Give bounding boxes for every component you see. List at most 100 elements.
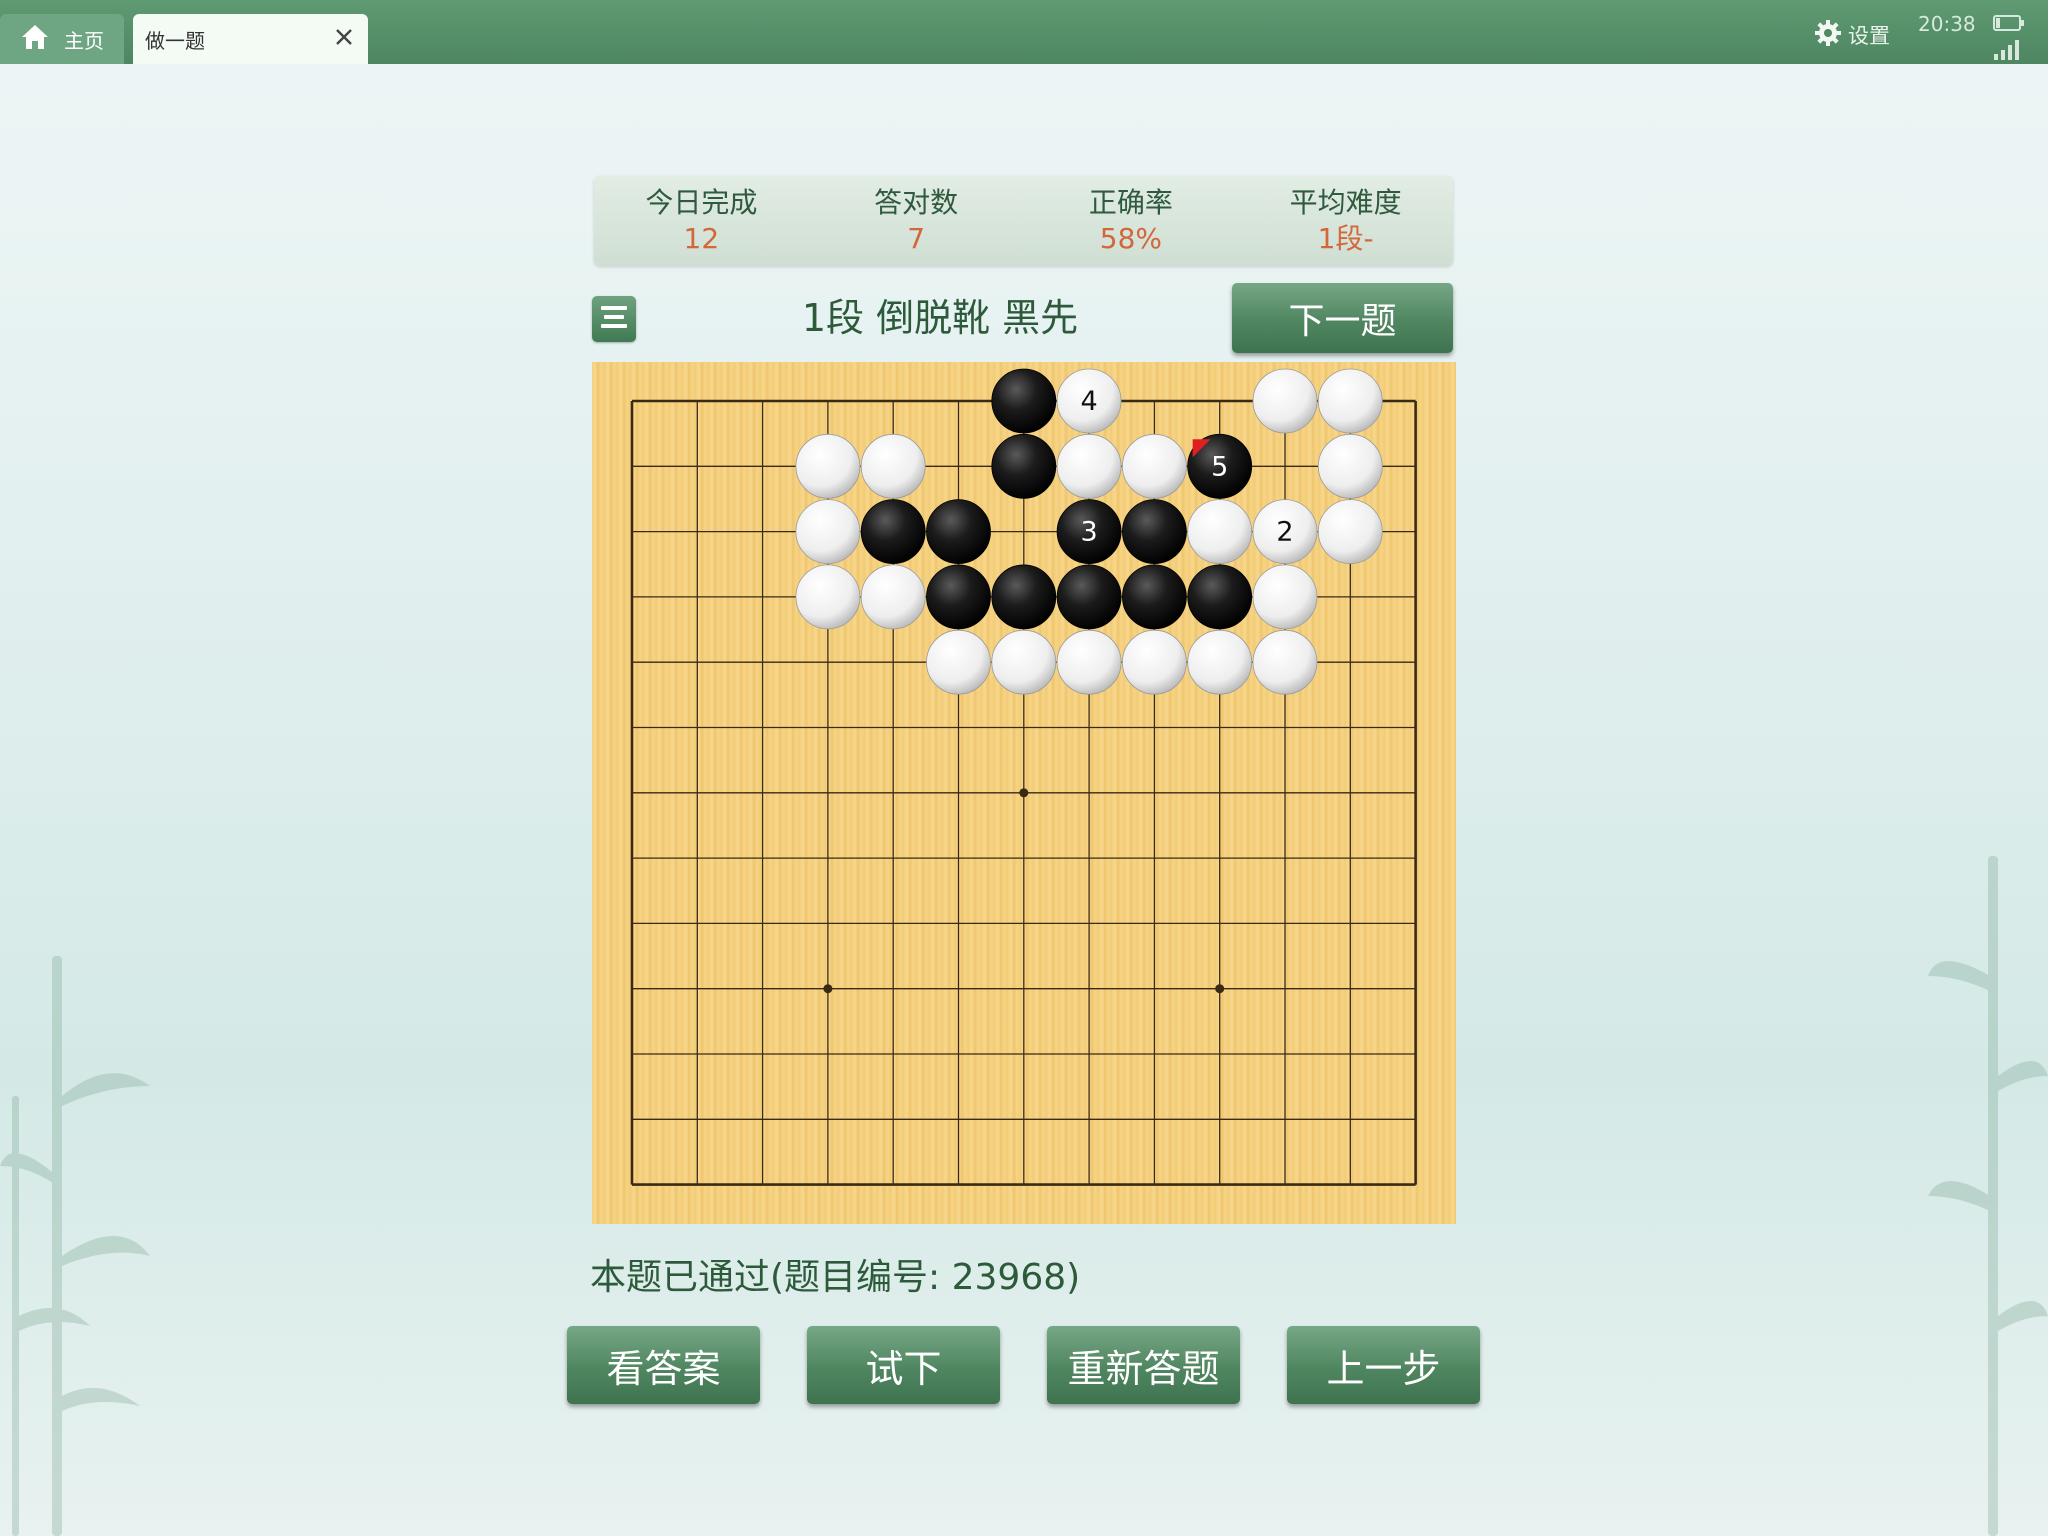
bamboo-decoration-left [0, 956, 150, 1536]
go-board[interactable]: 4 5 3 2 [592, 362, 1456, 1224]
white-stone-disc [795, 499, 861, 564]
black-stone [926, 564, 991, 630]
white-stone-disc [1317, 499, 1383, 564]
white-stone-disc [1056, 629, 1122, 695]
black-stone [1122, 499, 1187, 564]
settings-button[interactable]: 设置 [1814, 18, 1890, 52]
star-point [1215, 984, 1225, 994]
white-stone-disc [1252, 368, 1318, 434]
white-stone [795, 433, 861, 499]
move-number: 2 [1276, 517, 1293, 548]
retry-problem-button[interactable]: 重新答题 [1047, 1326, 1240, 1404]
stat-label: 正确率 [1088, 186, 1173, 219]
clock: 20:38 [1918, 12, 1976, 36]
home-icon [20, 23, 50, 56]
white-stone [1056, 433, 1122, 499]
black-stone [991, 433, 1057, 499]
white-stone-disc [1056, 433, 1122, 499]
stat-value: 12 [683, 222, 720, 255]
stat-average-difficulty: 平均难度 1段- [1238, 176, 1453, 266]
bamboo-decoration-right [1928, 856, 2048, 1536]
black-stone: 3 [1056, 499, 1122, 564]
white-stone [926, 629, 991, 695]
gear-icon [1814, 19, 1842, 52]
black-stone [860, 499, 926, 564]
white-stone [1317, 433, 1383, 499]
white-stone [1317, 499, 1383, 564]
black-stone-disc [1122, 499, 1187, 564]
black-stone-disc [991, 433, 1057, 499]
problem-title: 1段 倒脱靴 黑先 [801, 296, 1079, 340]
settings-label: 设置 [1848, 24, 1890, 48]
black-stone [991, 564, 1057, 630]
white-stone-disc [1122, 433, 1187, 499]
stat-value: 58% [1099, 222, 1162, 255]
white-stone [1122, 433, 1187, 499]
stat-correct-count: 答对数 7 [809, 176, 1024, 266]
tab-solve-problem-label: 做一题 [145, 28, 205, 53]
stat-today-completed: 今日完成 12 [594, 176, 809, 266]
star-point [823, 984, 833, 994]
black-stone [1187, 564, 1253, 630]
stat-label: 平均难度 [1289, 186, 1402, 219]
black-stone-disc [991, 368, 1057, 434]
close-icon[interactable] [334, 27, 354, 52]
tab-solve-problem[interactable]: 做一题 [133, 14, 368, 64]
white-stone-disc [795, 433, 861, 499]
black-stone [1122, 564, 1187, 630]
white-stone [1187, 629, 1253, 695]
stats-panel: 今日完成 12 答对数 7 正确率 58% 平均难度 1段- [594, 176, 1453, 266]
black-stone-disc [1122, 564, 1187, 630]
battery-icon [1993, 15, 2024, 31]
white-stone [795, 499, 861, 564]
white-stone-disc [1252, 629, 1318, 695]
white-stone-disc [795, 564, 861, 630]
white-stone-disc [1187, 499, 1253, 564]
tab-home-label: 主页 [64, 28, 104, 53]
move-number: 5 [1211, 451, 1228, 482]
menu-icon [599, 302, 629, 336]
white-stone-disc [1122, 629, 1187, 695]
black-stone [1056, 564, 1122, 630]
stat-accuracy: 正确率 58% [1024, 176, 1239, 266]
try-move-button[interactable]: 试下 [807, 1326, 1000, 1404]
white-stone-disc [860, 564, 926, 630]
move-number: 3 [1081, 517, 1098, 548]
star-point [1019, 788, 1029, 798]
next-problem-button[interactable]: 下一题 [1232, 283, 1453, 353]
menu-button[interactable] [592, 296, 636, 342]
white-stone [1056, 629, 1122, 695]
black-stone [926, 499, 991, 564]
undo-step-button[interactable]: 上一步 [1287, 1326, 1480, 1404]
white-stone [1252, 368, 1318, 434]
view-answer-button[interactable]: 看答案 [567, 1326, 760, 1404]
white-stone-disc [1317, 433, 1383, 499]
white-stone-disc [926, 629, 991, 695]
white-stone: 2 [1252, 499, 1318, 564]
white-stone [1122, 629, 1187, 695]
black-stone-disc [1187, 564, 1253, 630]
stat-value: 1段- [1317, 222, 1374, 255]
black-stone-disc [860, 499, 926, 564]
white-stone [1187, 499, 1253, 564]
black-stone-disc [1056, 564, 1122, 630]
black-stone-disc [926, 499, 991, 564]
black-stone-disc [926, 564, 991, 630]
white-stone-disc [1187, 629, 1253, 695]
white-stone: 4 [1056, 368, 1122, 434]
problem-status: 本题已通过(题目编号: 23968) [590, 1257, 1081, 1298]
go-board-canvas[interactable]: 4 5 3 2 [592, 362, 1456, 1224]
move-number: 4 [1081, 386, 1098, 417]
stat-label: 答对数 [874, 186, 959, 219]
black-stone-disc [991, 564, 1057, 630]
top-bar: 主页 做一题 设置 20:38 [0, 0, 2048, 64]
tab-home[interactable]: 主页 [0, 14, 124, 64]
white-stone-disc [991, 629, 1057, 695]
white-stone [1317, 368, 1383, 434]
white-stone [860, 433, 926, 499]
stat-label: 今日完成 [645, 186, 758, 219]
white-stone [1252, 564, 1318, 630]
white-stone [1252, 629, 1318, 695]
white-stone [795, 564, 861, 630]
white-stone-disc [1252, 564, 1318, 630]
